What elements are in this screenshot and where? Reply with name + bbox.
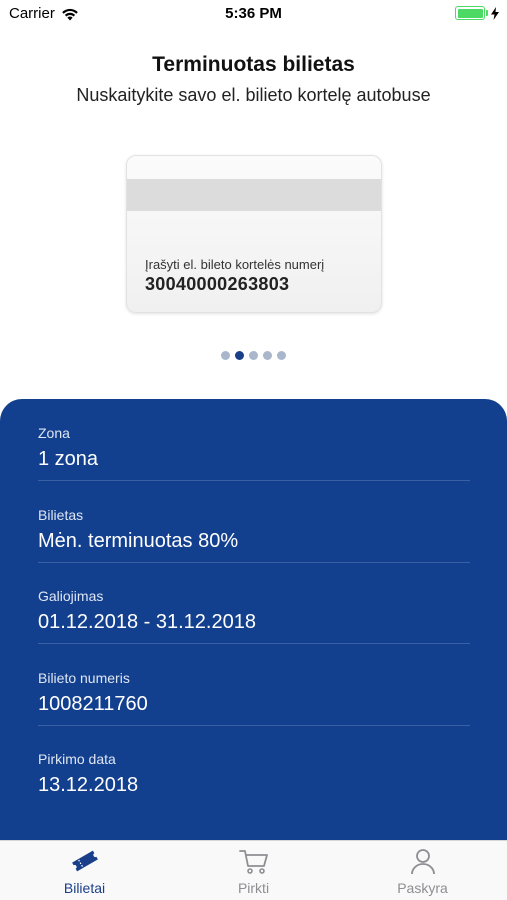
ticket-card[interactable]: Įrašyti el. bileto kortelės numerį 30040… [126,155,382,313]
person-icon [410,849,435,875]
detail-row-validity: Galiojimas 01.12.2018 - 31.12.2018 [38,562,470,644]
card-number-label: Įrašyti el. bileto kortelės numerį [145,257,325,272]
tab-label: Paskyra [397,880,448,896]
tab-buy[interactable]: Pirkti [169,841,338,900]
page-dot[interactable] [235,351,244,360]
ticket-details-panel: Zona 1 zona Bilietas Mėn. terminuotas 80… [0,399,507,859]
page-dot[interactable] [263,351,272,360]
page-subtitle: Nuskaitykite savo el. bilieto kortelę au… [76,85,431,105]
detail-row-purchase-date: Pirkimo data 13.12.2018 [38,725,470,807]
battery-cap [486,10,488,16]
detail-label: Zona [38,425,70,441]
cart-icon [238,850,268,874]
status-bar: Carrier 5:36 PM [0,0,507,28]
detail-label: Bilietas [38,507,84,523]
charging-bolt-icon [491,6,499,20]
detail-value: 1008211760 [38,693,148,715]
tab-label: Pirkti [237,880,270,896]
status-time: 5:36 PM [225,5,282,22]
detail-value: 1 zona [38,448,99,470]
tab-bar: Bilietai Pirkti Paskyra [0,840,507,900]
page-dot[interactable] [249,351,258,360]
card-magnetic-stripe [127,179,381,211]
detail-value: Mėn. terminuotas 80% [38,530,239,552]
detail-label: Bilieto numeris [38,670,130,686]
detail-row-ticket-type: Bilietas Mėn. terminuotas 80% [38,481,470,563]
tab-account[interactable]: Paskyra [338,841,507,900]
detail-value: 13.12.2018 [38,774,139,796]
detail-label: Pirkimo data [38,751,116,767]
detail-row-zone: Zona 1 zona [38,399,470,481]
tab-tickets[interactable]: Bilietai [0,841,169,900]
page-title: Terminuotas bilietas [152,53,355,76]
page-dot[interactable] [277,351,286,360]
card-number: 30040000263803 [145,274,290,294]
page-dot[interactable] [221,351,230,360]
detail-row-ticket-number: Bilieto numeris 1008211760 [38,644,470,726]
battery-icon [455,6,485,20]
screen: Carrier 5:36 PM Terminuotas bilietas Nus… [0,0,507,900]
detail-value: 01.12.2018 - 31.12.2018 [38,611,256,633]
detail-label: Galiojimas [38,588,104,604]
status-right [455,6,499,20]
ticket-icon [71,850,98,872]
tab-label: Bilietai [63,880,106,896]
page-indicator[interactable] [0,351,507,360]
